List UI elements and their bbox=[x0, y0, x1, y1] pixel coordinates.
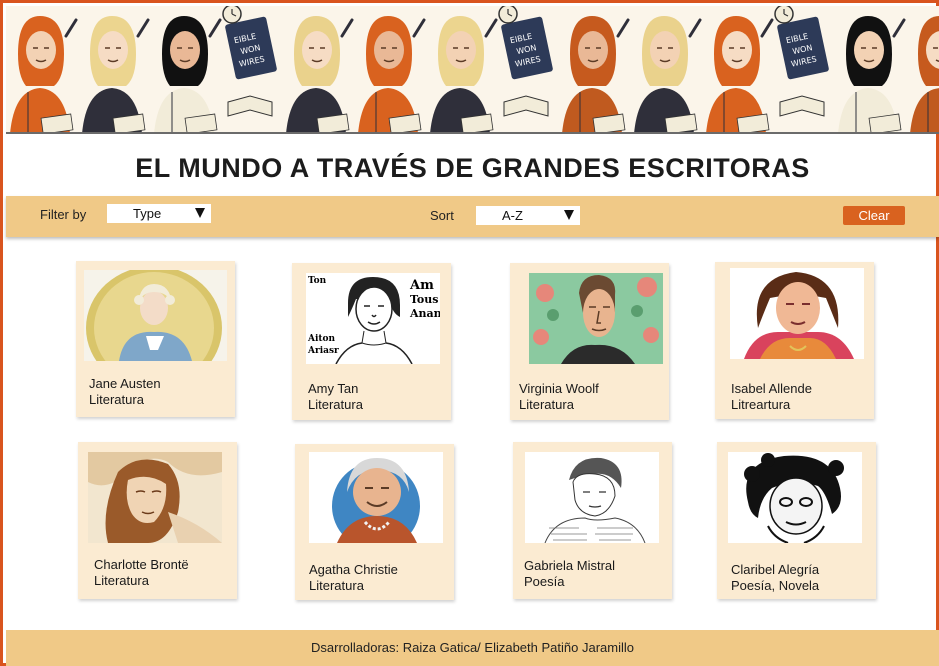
page-title: EL MUNDO A TRAVÉS DE GRANDES ESCRITORAS bbox=[135, 153, 810, 183]
chevron-down-icon bbox=[564, 210, 574, 220]
banner-motif bbox=[286, 16, 354, 132]
author-card[interactable]: Ton Am Tous Anan Aiton Ariasr Amy Tan Li… bbox=[292, 263, 451, 420]
author-portrait: Ton Am Tous Anan Aiton Ariasr bbox=[306, 273, 440, 364]
banner-motif: EIBLEWONWIRES bbox=[222, 6, 277, 117]
author-name: Claribel Alegría bbox=[731, 562, 820, 577]
banner-motif bbox=[154, 16, 222, 132]
author-card[interactable]: Gabriela Mistral Poesía bbox=[513, 442, 672, 599]
author-portrait bbox=[728, 452, 862, 543]
author-card[interactable]: Jane Austen Literatura bbox=[76, 261, 235, 417]
author-portrait bbox=[730, 268, 864, 359]
banner-motif: EIBLEWONWIRES bbox=[498, 6, 553, 117]
sort-select[interactable]: A-Z bbox=[476, 206, 580, 225]
portrait-text: Ton bbox=[308, 276, 327, 286]
banner-motif bbox=[82, 16, 150, 132]
author-genre: Litreartura bbox=[731, 397, 791, 412]
banner-motif bbox=[706, 16, 774, 132]
controls-bar: Filter by Type Sort A-Z Clear bbox=[6, 196, 939, 237]
author-name: Agatha Christie bbox=[309, 562, 398, 577]
footer-credits: Dsarrolladoras: Raiza Gatica/ Elizabeth … bbox=[311, 640, 634, 655]
author-genre: Poesía, Novela bbox=[731, 578, 820, 593]
page-frame: EIBLE WON WIRES EIBLE WON WIRES EIBLE WON WIRES … bbox=[0, 0, 939, 666]
banner-motif bbox=[10, 16, 78, 132]
banner-motif: EIBLEWONWIRES bbox=[774, 6, 829, 117]
author-genre: Literatura bbox=[94, 573, 149, 588]
author-name: Gabriela Mistral bbox=[524, 558, 616, 573]
author-card[interactable]: Claribel Alegría Poesía, Novela bbox=[717, 442, 876, 599]
portrait-text: Ariasr bbox=[307, 346, 339, 356]
banner-motif bbox=[430, 16, 498, 132]
author-card[interactable]: Virginia Woolf Literatura bbox=[510, 263, 669, 420]
author-portrait bbox=[88, 452, 222, 543]
banner-motif bbox=[358, 16, 426, 132]
author-portrait bbox=[525, 452, 659, 543]
filter-select-value: Type bbox=[133, 206, 162, 221]
portrait-text: Am bbox=[409, 278, 434, 293]
author-card[interactable]: Charlotte Brontë Literatura bbox=[78, 442, 237, 599]
banner-motif bbox=[838, 16, 906, 132]
banner-motif bbox=[910, 16, 939, 132]
author-genre: Poesía bbox=[524, 574, 565, 589]
author-portrait bbox=[529, 273, 663, 364]
banner-illustration: EIBLEWONWIRES EIBLEWONWIRES EIBLEWONWIRES bbox=[10, 6, 939, 132]
author-genre: Literatura bbox=[309, 578, 364, 593]
clear-button[interactable]: Clear bbox=[843, 206, 905, 225]
portrait-text: Aiton bbox=[307, 334, 336, 344]
author-portrait bbox=[84, 270, 227, 361]
footer: Dsarrolladoras: Raiza Gatica/ Elizabeth … bbox=[6, 630, 939, 666]
author-name: Charlotte Brontë bbox=[94, 557, 189, 572]
author-portrait bbox=[309, 452, 443, 543]
author-genre: Literatura bbox=[519, 397, 574, 412]
filter-select[interactable]: Type bbox=[107, 204, 211, 223]
chevron-down-icon bbox=[195, 208, 205, 218]
portrait-text: Tous bbox=[410, 293, 438, 306]
author-card[interactable]: Isabel Allende Litreartura bbox=[715, 262, 874, 419]
author-card[interactable]: Agatha Christie Literatura bbox=[295, 444, 454, 600]
sort-select-value: A-Z bbox=[502, 208, 523, 223]
author-genre: Literatura bbox=[308, 397, 363, 412]
author-genre: Literatura bbox=[89, 392, 144, 407]
portrait-text: Anan bbox=[409, 307, 440, 320]
banner-motif bbox=[562, 16, 630, 132]
author-name: Virginia Woolf bbox=[519, 381, 599, 396]
banner-motif bbox=[634, 16, 702, 132]
author-name: Amy Tan bbox=[308, 381, 359, 396]
header-banner: EIBLE WON WIRES EIBLE WON WIRES EIBLE WON WIRES bbox=[6, 6, 939, 134]
filter-label: Filter by bbox=[40, 207, 87, 222]
author-name: Isabel Allende bbox=[731, 381, 812, 396]
author-name: Jane Austen bbox=[89, 376, 161, 391]
sort-label: Sort bbox=[430, 208, 454, 223]
